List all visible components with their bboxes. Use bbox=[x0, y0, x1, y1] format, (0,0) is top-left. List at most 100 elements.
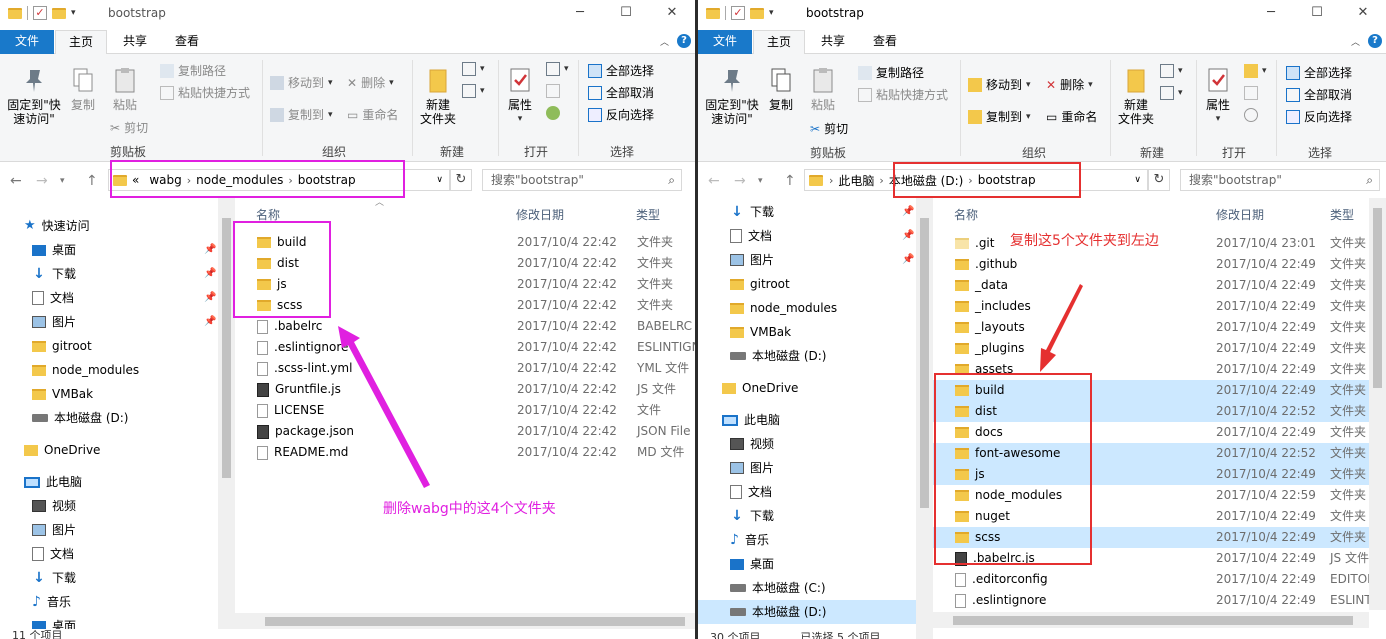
nav-local-disk-d-selected[interactable]: 本地磁盘 (D:) bbox=[698, 600, 916, 624]
nav-local-disk-d[interactable]: 本地磁盘 (D:) bbox=[730, 344, 826, 368]
close-button[interactable]: ✕ bbox=[649, 0, 695, 28]
breadcrumb-bootstrap[interactable]: bootstrap bbox=[298, 173, 356, 187]
quick-access-dropdown-icon[interactable]: ▾ bbox=[769, 8, 774, 18]
properties-button[interactable]: 属性 ▾ bbox=[1200, 66, 1236, 126]
column-type[interactable]: 类型 bbox=[1330, 206, 1354, 223]
new-item-icon[interactable]: ▾ bbox=[1160, 64, 1183, 78]
pin-icon[interactable]: 📌 bbox=[204, 292, 216, 303]
select-all-button[interactable]: 全部选择 bbox=[588, 62, 654, 79]
file-row[interactable]: _data 2017/10/4 22:49 文件夹 bbox=[933, 275, 1386, 296]
horizontal-scrollbar[interactable] bbox=[933, 612, 1369, 628]
move-to-button[interactable]: 移动到 ▾ bbox=[968, 76, 1031, 93]
nav-documents-pc[interactable]: 文档 bbox=[730, 480, 772, 504]
file-row[interactable]: .babelrc 2017/10/4 22:42 BABELRC 文 bbox=[235, 316, 695, 337]
paste-button[interactable]: 粘贴 bbox=[108, 66, 142, 112]
pin-quick-access-button[interactable]: 固定到"快速访问" bbox=[704, 66, 760, 126]
select-none-button[interactable]: 全部取消 bbox=[588, 84, 654, 101]
search-input[interactable]: 搜索"bootstrap" ⌕ bbox=[1180, 169, 1380, 191]
column-name[interactable]: 名称 bbox=[256, 206, 280, 223]
help-icon[interactable]: ? bbox=[677, 34, 691, 48]
nav-local-disk-d[interactable]: 本地磁盘 (D:) bbox=[32, 406, 128, 430]
horizontal-scrollbar[interactable] bbox=[235, 613, 695, 629]
nav-desktop-pc[interactable]: 桌面 bbox=[32, 614, 76, 629]
file-row[interactable]: dist 2017/10/4 22:52 文件夹 bbox=[933, 401, 1386, 422]
pin-icon[interactable]: 📌 bbox=[902, 254, 914, 265]
file-row[interactable]: js 2017/10/4 22:49 文件夹 bbox=[933, 464, 1386, 485]
select-all-button[interactable]: 全部选择 bbox=[1286, 64, 1352, 81]
nav-node-modules[interactable]: node_modules bbox=[32, 358, 139, 382]
new-folder-button[interactable]: 新建 文件夹 bbox=[418, 66, 458, 126]
help-icon[interactable]: ? bbox=[1368, 34, 1382, 48]
copy-to-button[interactable]: 复制到 ▾ bbox=[270, 106, 333, 123]
refresh-button[interactable]: ↻ bbox=[450, 169, 472, 191]
nav-onedrive[interactable]: OneDrive bbox=[722, 376, 798, 400]
properties-button[interactable]: 属性 ▾ bbox=[502, 66, 538, 126]
nav-scrollbar[interactable] bbox=[916, 198, 933, 639]
pin-icon[interactable]: 📌 bbox=[204, 268, 216, 279]
nav-downloads[interactable]: ↓ 下载 bbox=[32, 262, 76, 286]
nav-music[interactable]: ♪ 音乐 bbox=[32, 590, 71, 614]
nav-onedrive[interactable]: OneDrive bbox=[24, 438, 100, 462]
breadcrumb-local-disk-d[interactable]: 本地磁盘 (D:) bbox=[889, 172, 963, 189]
copy-path-button[interactable]: 复制路径 bbox=[858, 64, 924, 81]
breadcrumb-this-pc[interactable]: 此电脑 bbox=[838, 172, 874, 189]
address-input[interactable]: › 此电脑 › 本地磁盘 (D:) › bootstrap ∨ bbox=[804, 169, 1148, 191]
nav-desktop-pc[interactable]: 桌面 bbox=[730, 552, 774, 576]
collapse-ribbon-icon[interactable]: ︿ bbox=[660, 35, 669, 48]
back-arrow-icon[interactable]: ← bbox=[10, 173, 22, 189]
paste-shortcut-button[interactable]: 粘贴快捷方式 bbox=[160, 84, 250, 101]
new-folder-icon[interactable] bbox=[750, 7, 764, 19]
up-arrow-icon[interactable]: ↑ bbox=[784, 173, 796, 189]
file-row[interactable]: scss 2017/10/4 22:49 文件夹 bbox=[933, 527, 1386, 548]
back-arrow-icon[interactable]: ← bbox=[708, 173, 720, 189]
nav-pictures[interactable]: 图片 bbox=[32, 310, 76, 334]
pin-icon[interactable]: 📌 bbox=[204, 244, 216, 255]
nav-documents[interactable]: 文档 bbox=[730, 224, 772, 248]
column-date[interactable]: 修改日期 bbox=[516, 206, 564, 223]
cut-button[interactable]: ✂ 剪切 bbox=[810, 120, 848, 137]
tab-home[interactable]: 主页 bbox=[753, 30, 806, 54]
nav-scrollbar[interactable] bbox=[218, 198, 235, 629]
move-to-button[interactable]: 移动到 ▾ bbox=[270, 74, 333, 91]
copy-path-button[interactable]: 复制路径 bbox=[160, 62, 226, 79]
file-row[interactable]: _plugins 2017/10/4 22:49 文件夹 bbox=[933, 338, 1386, 359]
refresh-button[interactable]: ↻ bbox=[1148, 169, 1170, 191]
file-row[interactable]: .editorconfig 2017/10/4 22:49 EDITOR bbox=[933, 569, 1386, 590]
new-folder-button[interactable]: 新建 文件夹 bbox=[1116, 66, 1156, 126]
nav-pictures-pc[interactable]: 图片 bbox=[32, 518, 76, 542]
new-folder-icon[interactable] bbox=[52, 7, 66, 19]
tab-file[interactable]: 文件 bbox=[0, 30, 55, 54]
file-row[interactable]: .scss-lint.yml 2017/10/4 22:42 YML 文件 bbox=[235, 358, 695, 379]
pin-icon[interactable]: 📌 bbox=[902, 206, 914, 217]
invert-selection-button[interactable]: 反向选择 bbox=[588, 106, 654, 123]
edit-icon[interactable] bbox=[546, 84, 560, 98]
nav-pictures-pc[interactable]: 图片 bbox=[730, 456, 774, 480]
rename-button[interactable]: ▭ 重命名 bbox=[1046, 108, 1097, 125]
minimize-button[interactable]: ─ bbox=[557, 0, 603, 28]
nav-downloads-pc[interactable]: ↓ 下载 bbox=[32, 566, 76, 590]
address-dropdown-icon[interactable]: ∨ bbox=[436, 175, 443, 185]
close-button[interactable]: ✕ bbox=[1340, 0, 1386, 28]
column-date[interactable]: 修改日期 bbox=[1216, 206, 1264, 223]
file-list-scrollbar[interactable] bbox=[1369, 198, 1386, 610]
nav-vmbak[interactable]: VMBak bbox=[32, 382, 93, 406]
nav-gitroot[interactable]: gitroot bbox=[730, 272, 790, 296]
cut-button[interactable]: ✂ 剪切 bbox=[110, 119, 148, 136]
pin-icon[interactable]: 📌 bbox=[902, 230, 914, 241]
forward-arrow-icon[interactable]: → bbox=[36, 173, 48, 189]
nav-desktop[interactable]: 桌面 bbox=[32, 238, 76, 262]
nav-documents-pc[interactable]: 文档 bbox=[32, 542, 74, 566]
nav-quick-access[interactable]: ★ 快速访问 bbox=[24, 214, 90, 238]
maximize-button[interactable]: ☐ bbox=[603, 0, 649, 28]
address-input[interactable]: « wabg › node_modules › bootstrap ∨ bbox=[108, 169, 450, 191]
paste-button[interactable]: 粘贴 bbox=[806, 66, 840, 112]
copy-button[interactable]: 复制 bbox=[764, 66, 798, 112]
quick-access-dropdown-icon[interactable]: ▾ bbox=[71, 8, 76, 18]
new-item-icon[interactable]: ▾ bbox=[462, 62, 485, 76]
tab-share[interactable]: 共享 bbox=[808, 30, 858, 54]
properties-icon[interactable]: ✓ bbox=[731, 6, 745, 20]
pin-quick-access-button[interactable]: 固定到"快速访问" bbox=[6, 66, 62, 126]
address-dropdown-icon[interactable]: ∨ bbox=[1134, 175, 1141, 185]
copy-button[interactable]: 复制 bbox=[66, 66, 100, 112]
nav-videos[interactable]: 视频 bbox=[730, 432, 774, 456]
